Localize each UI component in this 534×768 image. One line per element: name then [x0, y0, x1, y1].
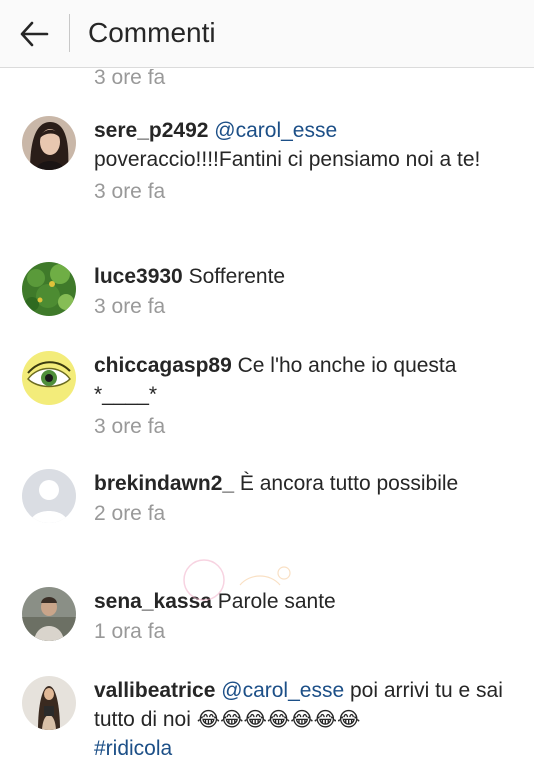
back-arrow-icon: [20, 21, 49, 47]
hashtag-link[interactable]: #ridicola: [94, 737, 172, 760]
avatar[interactable]: [22, 262, 76, 316]
comments-list[interactable]: 3 ore fa sere_p2492 @carol_esse poveracc…: [0, 69, 534, 768]
comment-username[interactable]: sere_p2492: [94, 119, 208, 142]
page-title: Commenti: [88, 17, 216, 48]
avatar[interactable]: [22, 469, 76, 523]
watermark-logo: [180, 555, 310, 610]
mention-link[interactable]: @carol_esse: [221, 679, 344, 702]
comment-text: poveraccio!!!!Fantini ci pensiamo noi a …: [94, 148, 481, 171]
comment-time: 3 ore fa: [94, 295, 166, 318]
avatar[interactable]: [22, 587, 76, 641]
header-divider: [69, 14, 70, 52]
comment-time: 3 ore fa: [94, 180, 166, 203]
mention-link[interactable]: @carol_esse: [214, 119, 337, 142]
comment-username[interactable]: brekindawn2_: [94, 472, 234, 495]
laughing-emoji-icon: 😂😂😂😂😂😂😂: [196, 707, 361, 731]
default-avatar-icon: [22, 469, 76, 523]
comment-text: Sofferente: [188, 265, 286, 288]
comment-text: È ancora tutto possibile: [239, 472, 459, 495]
comment-username[interactable]: chiccagasp89: [94, 354, 232, 377]
comment-username[interactable]: vallibeatrice: [94, 679, 215, 702]
avatar[interactable]: [22, 351, 76, 405]
avatar[interactable]: [22, 116, 76, 170]
comment-username[interactable]: luce3930: [94, 265, 183, 288]
comment-time: 3 ore fa: [94, 69, 166, 89]
back-button[interactable]: [14, 16, 54, 52]
avatar[interactable]: [22, 676, 76, 730]
comment-time: 1 ora fa: [94, 620, 166, 643]
comment-time: 2 ore fa: [94, 502, 166, 525]
top-bar: Commenti: [0, 0, 534, 68]
comment-time: 3 ore fa: [94, 415, 166, 438]
